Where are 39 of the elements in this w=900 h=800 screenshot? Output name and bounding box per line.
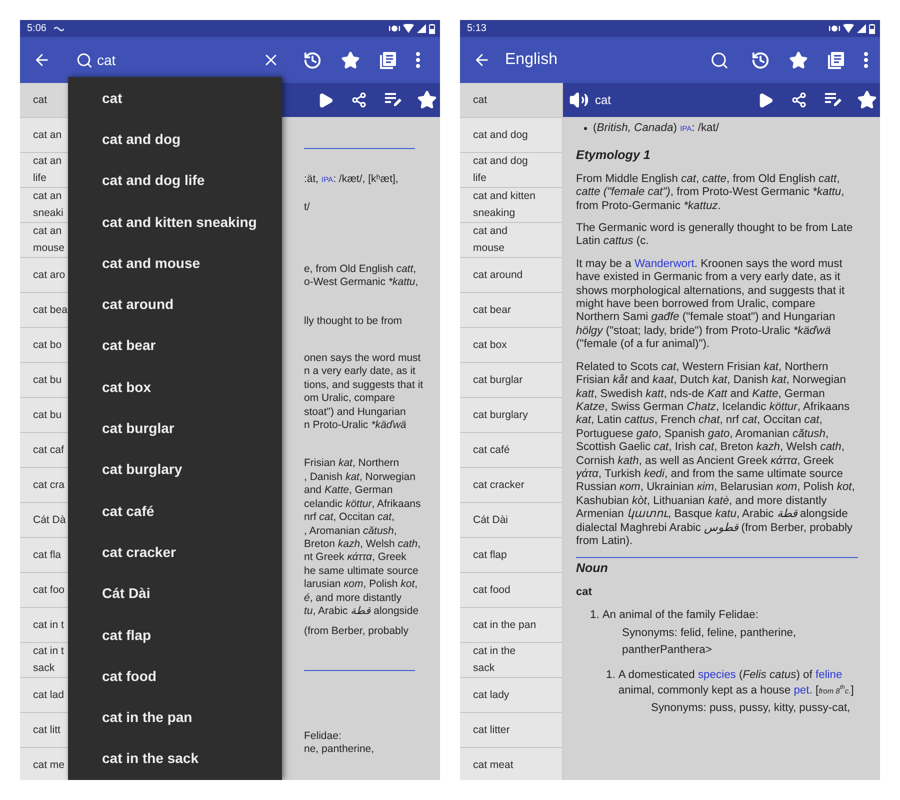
- section-heading: Noun: [576, 562, 609, 576]
- text-line: nrf cat, Occitan cat,: [304, 511, 394, 524]
- section-heading: Etymology 1: [576, 149, 652, 163]
- text-line: Breton kazh, Welsh cath,: [304, 538, 421, 552]
- text-line: onen says the word must: [304, 352, 421, 366]
- text-line: and Katte, German: [304, 484, 393, 498]
- text-line: t/: [304, 201, 310, 215]
- synonyms: Synonyms: felid, feline, pantherine, pantherPanthera>: [621, 626, 798, 658]
- text-line: lly thought to be from: [304, 314, 402, 328]
- text-line: n a very early date, as it: [304, 365, 416, 379]
- text-line: nt Greek κάττα, Greek: [304, 551, 406, 565]
- sense-number: 1.: [606, 668, 616, 683]
- text-line: celandic köttur, Afrikaans: [304, 498, 421, 512]
- status-time: 5:13: [467, 23, 486, 34]
- app-title: English: [505, 51, 558, 69]
- text-line: stoat") and Hungarian: [304, 406, 406, 420]
- sense-number: 1.: [590, 609, 600, 623]
- paragraph: The Germanic word is generally thought to be from Late Latin cattus (c.: [576, 222, 854, 249]
- text-line: tions, and suggests that it: [304, 378, 424, 392]
- text-line: (from Berber, probably: [304, 625, 408, 639]
- definition: An animal of the family Felidae:: [602, 609, 758, 623]
- status-time: 5:06: [27, 23, 46, 34]
- synonyms: Synonyms: puss, pussy, kitty, pussy-cat,: [650, 701, 852, 716]
- text-line: Felidae:: [304, 730, 342, 744]
- word-title: cat: [595, 93, 612, 107]
- text-line: he same ultimate source: [304, 564, 418, 578]
- headword: cat: [576, 586, 593, 600]
- text-line: , Danish kat, Norwegian: [304, 470, 416, 484]
- paragraph: From Middle English cat, catte, from Old English catt, catte ("female cat"), from Proto-West Germanic *kattu, from Proto-Germanic *kattuz.: [576, 172, 846, 214]
- text-line: é, and more distantly: [304, 592, 402, 605]
- text-line: om Uralic, compare: [304, 392, 396, 406]
- text-line: n Proto-Uralic *käďwä: [304, 419, 406, 432]
- text-line: , Aromanian cătush,: [304, 524, 397, 538]
- text-line: larusian кот, Polish kot,: [304, 578, 418, 592]
- text-line: o-West Germanic *kattu,: [304, 276, 418, 290]
- text-line: Frisian kat, Northern: [304, 457, 400, 471]
- text-line: ne, pantherine,: [304, 743, 374, 757]
- text-line: e, from Old English catt,: [304, 262, 416, 276]
- paragraph: It may be a Wanderwort. Kroonen says the word must have existed in Germanic from a very early date, as it shows morphological alternations, and suggests that it might have been borrowed from Uralic, compare Northern Sami gađfe ("female stoat") and Hungarian hölgy ("stoat; lady, bride") from Proto-Uralic *käďwä ("female (of a fur animal)").: [576, 258, 846, 352]
